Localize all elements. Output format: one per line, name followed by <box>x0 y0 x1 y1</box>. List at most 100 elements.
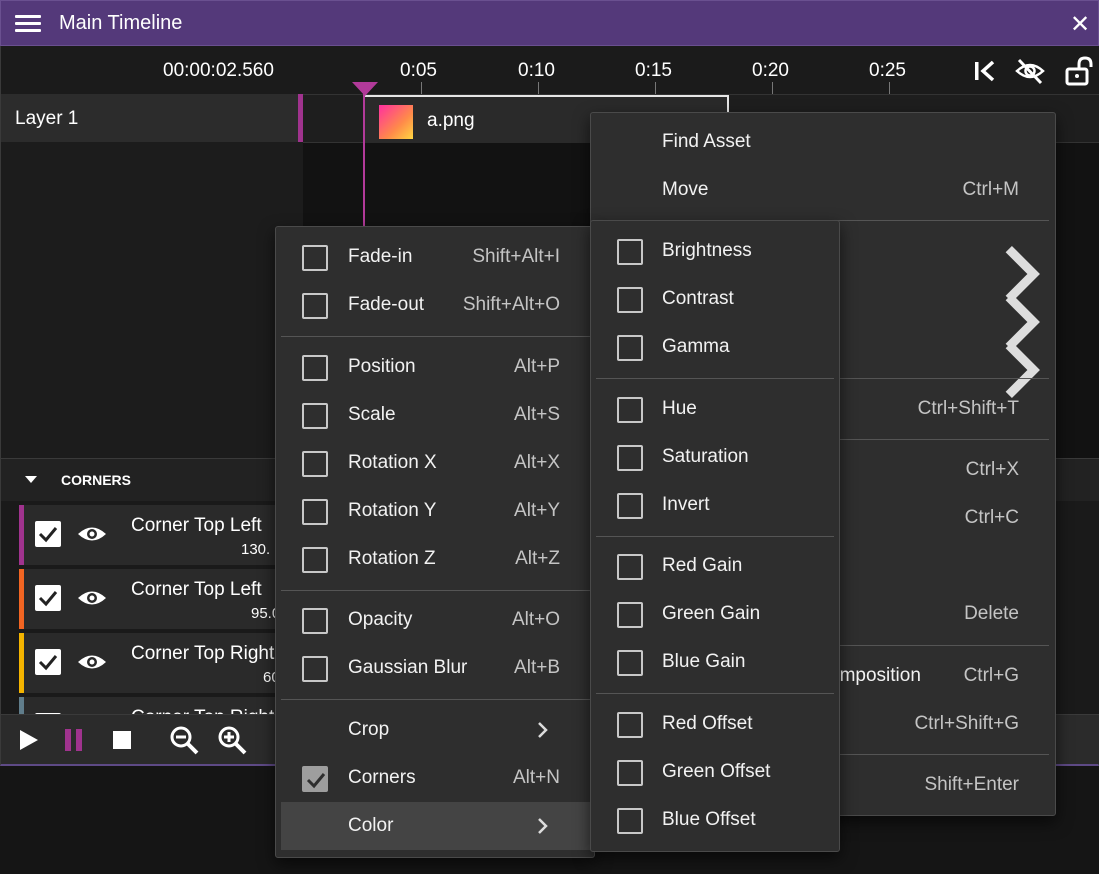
menu-item-label: Hue <box>662 398 697 419</box>
menu-item-opacity[interactable]: Opacity Alt+O <box>276 596 594 644</box>
stop-icon[interactable] <box>107 725 137 755</box>
ruler-tick-mark <box>538 82 539 94</box>
menu-checkbox[interactable] <box>302 656 328 682</box>
menu-item-shortcut: Ctrl+X <box>965 459 1019 480</box>
menu-item-red-offset[interactable]: Red Offset <box>591 700 839 748</box>
menu-item-label: Rotation Z <box>348 548 436 569</box>
zoom-out-icon[interactable] <box>169 725 199 755</box>
menu-item-label: Green Offset <box>662 761 771 782</box>
color-submenu: Brightness Contrast Gamma Hue Saturation… <box>590 220 840 852</box>
menu-checkbox[interactable] <box>302 245 328 271</box>
menu-checkbox[interactable] <box>302 293 328 319</box>
menu-item-invert[interactable]: Invert <box>591 481 839 529</box>
pause-icon[interactable] <box>59 725 89 755</box>
menu-item-fade-out[interactable]: Fade-out Shift+Alt+O <box>276 281 594 329</box>
menu-item-crop[interactable]: Crop <box>276 706 594 754</box>
menu-item-gaussian-blur[interactable]: Gaussian Blur Alt+B <box>276 644 594 692</box>
property-accent <box>19 505 24 565</box>
menu-item-move[interactable]: Move Ctrl+M <box>591 166 1055 214</box>
playhead-handle[interactable] <box>352 82 378 96</box>
layer-label: Layer 1 <box>15 108 79 129</box>
layer-row[interactable]: Layer 1 <box>1 94 303 142</box>
menu-checkbox[interactable] <box>617 554 643 580</box>
menu-item-green-offset[interactable]: Green Offset <box>591 748 839 796</box>
menu-checkbox[interactable] <box>302 499 328 525</box>
property-row[interactable]: Corner Top Left 130. <box>19 505 319 565</box>
eye-icon[interactable] <box>77 587 107 609</box>
menu-checkbox[interactable] <box>302 403 328 429</box>
eye-icon[interactable] <box>77 651 107 673</box>
menu-checkbox[interactable] <box>617 397 643 423</box>
property-name: Corner Top Right <box>131 643 275 664</box>
menu-item-corners[interactable]: Corners Alt+N <box>276 754 594 802</box>
menu-icon[interactable] <box>15 13 41 35</box>
menu-checkbox[interactable] <box>617 602 643 628</box>
menu-item-label: Gaussian Blur <box>348 657 468 678</box>
window-title: Main Timeline <box>59 12 183 34</box>
menu-checkbox[interactable] <box>617 650 643 676</box>
ruler-tick: 0:05 <box>400 60 437 81</box>
visibility-off-icon[interactable] <box>1015 56 1045 86</box>
menu-item-rotation-y[interactable]: Rotation Y Alt+Y <box>276 487 594 535</box>
menu-checkbox[interactable] <box>617 287 643 313</box>
property-row[interactable]: Corner Top Right <box>19 697 319 715</box>
menu-checkbox[interactable] <box>617 760 643 786</box>
menu-checkbox[interactable] <box>617 239 643 265</box>
property-checkbox[interactable] <box>35 585 61 611</box>
keyframe-submenu: Fade-in Shift+Alt+I Fade-out Shift+Alt+O… <box>275 226 595 858</box>
menu-item-blue-gain[interactable]: Blue Gain <box>591 638 839 686</box>
collapse-caret-icon[interactable] <box>25 476 37 483</box>
menu-item-find-asset[interactable]: Find Asset <box>591 118 1055 166</box>
menu-checkbox[interactable] <box>617 493 643 519</box>
property-value[interactable]: 130. <box>241 541 270 558</box>
menu-item-fade-in[interactable]: Fade-in Shift+Alt+I <box>276 233 594 281</box>
menu-checkbox[interactable] <box>617 712 643 738</box>
menu-item-rotation-x[interactable]: Rotation X Alt+X <box>276 439 594 487</box>
menu-checkbox-checked[interactable] <box>302 766 328 792</box>
time-ruler[interactable]: 00:00:02.560 0:05 0:10 0:15 0:20 0:25 <box>1 46 1099 94</box>
property-checkbox[interactable] <box>35 649 61 675</box>
property-row[interactable]: Corner Top Right 60 <box>19 633 319 693</box>
unlock-icon[interactable] <box>1063 56 1093 86</box>
play-icon[interactable] <box>13 725 43 755</box>
menu-checkbox[interactable] <box>302 451 328 477</box>
zoom-in-icon[interactable] <box>217 725 247 755</box>
menu-item-blue-offset[interactable]: Blue Offset <box>591 796 839 844</box>
menu-item-hue[interactable]: Hue <box>591 385 839 433</box>
menu-item-rotation-z[interactable]: Rotation Z Alt+Z <box>276 535 594 583</box>
menu-separator <box>281 336 591 337</box>
property-checkbox[interactable] <box>35 521 61 547</box>
close-icon[interactable]: ✕ <box>1067 10 1093 39</box>
property-name: Corner Top Left <box>131 579 262 600</box>
menu-checkbox[interactable] <box>617 445 643 471</box>
menu-item-label: Brightness <box>662 240 752 261</box>
menu-item-shortcut: Alt+S <box>514 404 560 425</box>
menu-item-green-gain[interactable]: Green Gain <box>591 590 839 638</box>
menu-checkbox[interactable] <box>617 335 643 361</box>
menu-item-label: Blue Gain <box>662 651 746 672</box>
menu-item-gamma[interactable]: Gamma <box>591 323 839 371</box>
menu-item-position[interactable]: Position Alt+P <box>276 343 594 391</box>
skip-to-start-icon[interactable] <box>970 56 1000 86</box>
menu-checkbox[interactable] <box>302 547 328 573</box>
menu-item-scale[interactable]: Scale Alt+S <box>276 391 594 439</box>
menu-item-shortcut: Alt+O <box>511 609 560 630</box>
menu-item-label: Contrast <box>662 288 734 309</box>
menu-item-color[interactable]: Color <box>281 802 591 850</box>
menu-item-saturation[interactable]: Saturation <box>591 433 839 481</box>
menu-checkbox[interactable] <box>302 355 328 381</box>
property-row[interactable]: Corner Top Left 95.0 <box>19 569 319 629</box>
menu-item-label: Rotation X <box>348 452 437 473</box>
menu-item-label: Corners <box>348 767 416 788</box>
menu-item-red-gain[interactable]: Red Gain <box>591 542 839 590</box>
menu-item-label: Move <box>662 179 709 200</box>
ruler-tick-mark <box>655 82 656 94</box>
menu-checkbox[interactable] <box>302 608 328 634</box>
menu-item-brightness[interactable]: Brightness <box>591 227 839 275</box>
eye-icon[interactable] <box>77 523 107 545</box>
menu-item-shortcut: Ctrl+C <box>964 507 1019 528</box>
chevron-right-icon <box>538 722 548 738</box>
menu-checkbox[interactable] <box>617 808 643 834</box>
menu-item-contrast[interactable]: Contrast <box>591 275 839 323</box>
chevron-right-icon <box>538 818 548 834</box>
